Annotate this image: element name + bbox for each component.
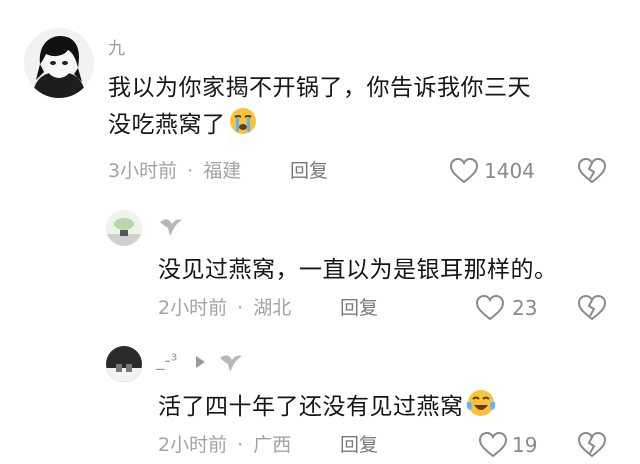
- comment-location: 福建: [203, 160, 242, 182]
- meta-separator: ·: [237, 297, 244, 319]
- reply-button[interactable]: 回复: [290, 159, 328, 183]
- comment-text-body: 活了四十年了还没有见过燕窝: [158, 394, 464, 420]
- avatar[interactable]: [106, 210, 142, 246]
- crying-face-emoji-icon: [228, 106, 258, 147]
- avatar[interactable]: [106, 346, 142, 382]
- comment-time: 3小时前: [108, 160, 178, 182]
- comment-text-line: 没吃燕窝了: [108, 106, 618, 147]
- meta-separator: ·: [237, 434, 244, 456]
- username[interactable]: _-³: [156, 350, 177, 372]
- reply-button[interactable]: 回复: [340, 433, 378, 457]
- comment-text: 我以为你家揭不开锅了，你告诉我你三天 没吃燕窝了: [108, 70, 618, 147]
- broken-heart-icon[interactable]: [577, 294, 607, 326]
- like-button[interactable]: 1404: [449, 155, 539, 187]
- comment-text-tail: 没吃燕窝了: [108, 112, 226, 138]
- tears-of-joy-emoji-icon: [466, 388, 496, 429]
- like-count: 23: [512, 296, 538, 320]
- like-count: 19: [512, 433, 538, 457]
- comment-location: 广西: [253, 434, 292, 456]
- like-button[interactable]: 23: [475, 292, 545, 324]
- comment-meta: 2小时前 · 广西: [158, 433, 291, 457]
- broken-heart-icon[interactable]: [577, 157, 607, 189]
- username[interactable]: 九: [108, 38, 125, 60]
- heart-icon: [475, 294, 505, 326]
- comment-meta: 3小时前 · 福建: [108, 159, 241, 183]
- meta-separator: ·: [187, 160, 194, 182]
- bird-icon: [216, 348, 244, 380]
- comment-text-line: 我以为你家揭不开锅了，你告诉我你三天: [108, 75, 531, 101]
- heart-icon: [449, 157, 479, 189]
- broken-heart-icon[interactable]: [577, 431, 607, 463]
- comment-text: 没见过燕窝，一直以为是银耳那样的。: [158, 257, 558, 283]
- comment-text: 活了四十年了还没有见过燕窝: [158, 388, 496, 429]
- avatar[interactable]: [24, 28, 94, 98]
- reply-button[interactable]: 回复: [340, 296, 378, 320]
- like-button[interactable]: 19: [478, 429, 548, 461]
- like-count: 1404: [484, 159, 535, 183]
- comment-location: 湖北: [253, 297, 292, 319]
- comment-meta: 2小时前 · 湖北: [158, 296, 291, 320]
- heart-icon: [478, 431, 508, 463]
- comment-time: 2小时前: [158, 434, 228, 456]
- play-arrow-icon: [194, 354, 206, 373]
- comment-time: 2小时前: [158, 297, 228, 319]
- bird-icon: [156, 212, 184, 244]
